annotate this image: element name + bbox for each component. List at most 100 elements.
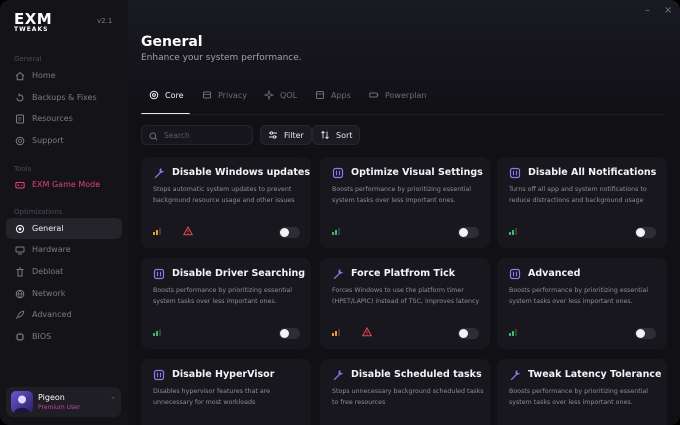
gear-icon: [15, 224, 25, 234]
tweak-title: Optimize Visual Settings: [351, 167, 483, 178]
tweak-toggle[interactable]: [458, 227, 479, 238]
sidebar: EXM TWEAKS v2.1 General Home Backups & F…: [0, 0, 128, 425]
app-logo: EXM TWEAKS: [14, 12, 54, 34]
filter-icon: [268, 130, 278, 140]
wrench-icon: [332, 369, 344, 381]
tweak-title: Disable HyperVisor: [172, 369, 275, 380]
core-icon: [149, 90, 159, 100]
chip-icon: [509, 167, 521, 179]
sidebar-item-hardware[interactable]: Hardware: [6, 239, 122, 260]
toggle-knob: [280, 329, 289, 338]
minimize-button[interactable]: –: [645, 5, 650, 16]
tweak-meta: [509, 226, 539, 236]
tabs-divider: [141, 114, 666, 115]
impact-low-icon: [332, 227, 342, 235]
tweak-description: Disables hypervisor features that are un…: [153, 388, 271, 406]
tweak-description: Boosts performance by prioritizing essen…: [153, 287, 293, 305]
tab-apps[interactable]: Apps: [315, 84, 351, 106]
toggle-knob: [636, 228, 645, 237]
sidebar-item-resources[interactable]: Resources: [6, 108, 122, 129]
network-icon: [15, 289, 25, 299]
tweak-card: Optimize Visual Settings Boosts performa…: [320, 157, 490, 248]
tweak-card: Advanced Boosts performance by prioritiz…: [497, 258, 667, 349]
filter-button[interactable]: Filter: [260, 125, 312, 145]
apps-icon: [315, 90, 325, 100]
tab-label: Privacy: [218, 90, 247, 100]
tweak-title: Force Platfrom Tick: [351, 268, 456, 279]
hardware-icon: [15, 245, 25, 255]
tab-label: Core: [165, 90, 184, 100]
backup-icon: [15, 92, 25, 103]
sidebar-item-game-mode[interactable]: EXM Game Mode: [6, 174, 122, 195]
sort-button[interactable]: Sort: [312, 125, 361, 145]
tweak-title: Disable Scheduled tasks: [351, 369, 482, 380]
tweak-toggle[interactable]: [279, 328, 300, 339]
sidebar-item-label: Hardware: [32, 245, 71, 254]
sidebar-item-label: EXM Game Mode: [32, 180, 101, 189]
tab-label: Apps: [331, 90, 351, 100]
tweak-card: Tweak Latency Tolerance Boosts performan…: [497, 359, 667, 425]
wrench-icon: [509, 369, 521, 381]
tweak-card: Disable HyperVisor Disables hypervisor f…: [141, 359, 311, 425]
sidebar-item-label: Support: [32, 136, 64, 145]
tweak-card: Disable Driver Searching Boosts performa…: [141, 258, 311, 349]
tab-label: Powerplan: [385, 90, 427, 100]
toggle-knob: [280, 228, 289, 237]
toggle-knob: [636, 329, 645, 338]
wrench-icon: [153, 167, 165, 179]
tweak-meta: [153, 327, 183, 337]
impact-low-icon: [153, 328, 163, 336]
tweak-description: Stops unnecessary background scheduled t…: [332, 388, 484, 406]
user-name: Pigeon: [38, 393, 65, 402]
logo-main-text: EXM: [14, 10, 53, 28]
sidebar-section-tools: Tools: [14, 165, 32, 173]
search-input[interactable]: [164, 130, 244, 140]
sidebar-item-network[interactable]: Network: [6, 283, 122, 304]
sidebar-item-backups[interactable]: Backups & Fixes: [6, 87, 122, 108]
tweak-toggle[interactable]: [458, 328, 479, 339]
sidebar-item-home[interactable]: Home: [6, 65, 122, 86]
sidebar-section-general: General: [14, 55, 42, 63]
tweak-description: Stops automatic system updates to preven…: [153, 186, 295, 204]
sort-label: Sort: [336, 130, 353, 140]
sidebar-item-general[interactable]: General: [6, 218, 122, 239]
tweak-meta: [509, 327, 539, 337]
sidebar-item-label: Resources: [32, 114, 73, 123]
warning-icon: [362, 327, 372, 337]
tweak-card: Disable All Notifications Turns off all …: [497, 157, 667, 248]
tab-powerplan[interactable]: Powerplan: [369, 84, 426, 106]
rocket-icon: [15, 310, 25, 320]
sidebar-item-debloat[interactable]: Debloat: [6, 261, 122, 282]
search-box[interactable]: [141, 125, 253, 145]
tweak-card: Disable Scheduled tasks Stops unnecessar…: [320, 359, 490, 425]
resources-icon: [15, 114, 25, 124]
tweak-title: Disable Driver Searching: [172, 268, 306, 279]
close-button[interactable]: ×: [664, 5, 672, 16]
expand-icon: ⌃: [110, 396, 116, 404]
tweak-title: Advanced: [528, 268, 581, 279]
impact-low-icon: [509, 227, 519, 235]
qol-icon: [264, 90, 274, 100]
tweak-meta: [332, 226, 362, 236]
sidebar-item-label: Home: [32, 71, 56, 80]
tweak-toggle[interactable]: [635, 227, 656, 238]
user-role: Premium User: [38, 404, 81, 411]
sort-icon: [320, 130, 330, 140]
tab-core[interactable]: Core: [149, 84, 184, 106]
sidebar-item-support[interactable]: Support: [6, 130, 122, 151]
user-card[interactable]: Pigeon Premium User ⌃: [6, 387, 121, 417]
tweak-title: Disable All Notifications: [528, 167, 657, 178]
sidebar-item-bios[interactable]: BIOS: [6, 326, 122, 347]
battery-icon: [369, 90, 379, 100]
tab-privacy[interactable]: Privacy: [202, 84, 247, 106]
tweak-toggle[interactable]: [635, 328, 656, 339]
sidebar-section-optimizations: Optimizations: [14, 208, 63, 216]
warning-icon: [183, 226, 193, 236]
sidebar-item-advanced[interactable]: Advanced: [6, 304, 122, 325]
tweak-toggle[interactable]: [279, 227, 300, 238]
chip-icon: [153, 268, 165, 280]
filter-label: Filter: [284, 130, 304, 140]
tab-qol[interactable]: QOL: [264, 84, 297, 106]
sidebar-item-label: Debloat: [32, 267, 64, 276]
tweak-description: Forces Windows to use the platform timer…: [332, 287, 480, 305]
